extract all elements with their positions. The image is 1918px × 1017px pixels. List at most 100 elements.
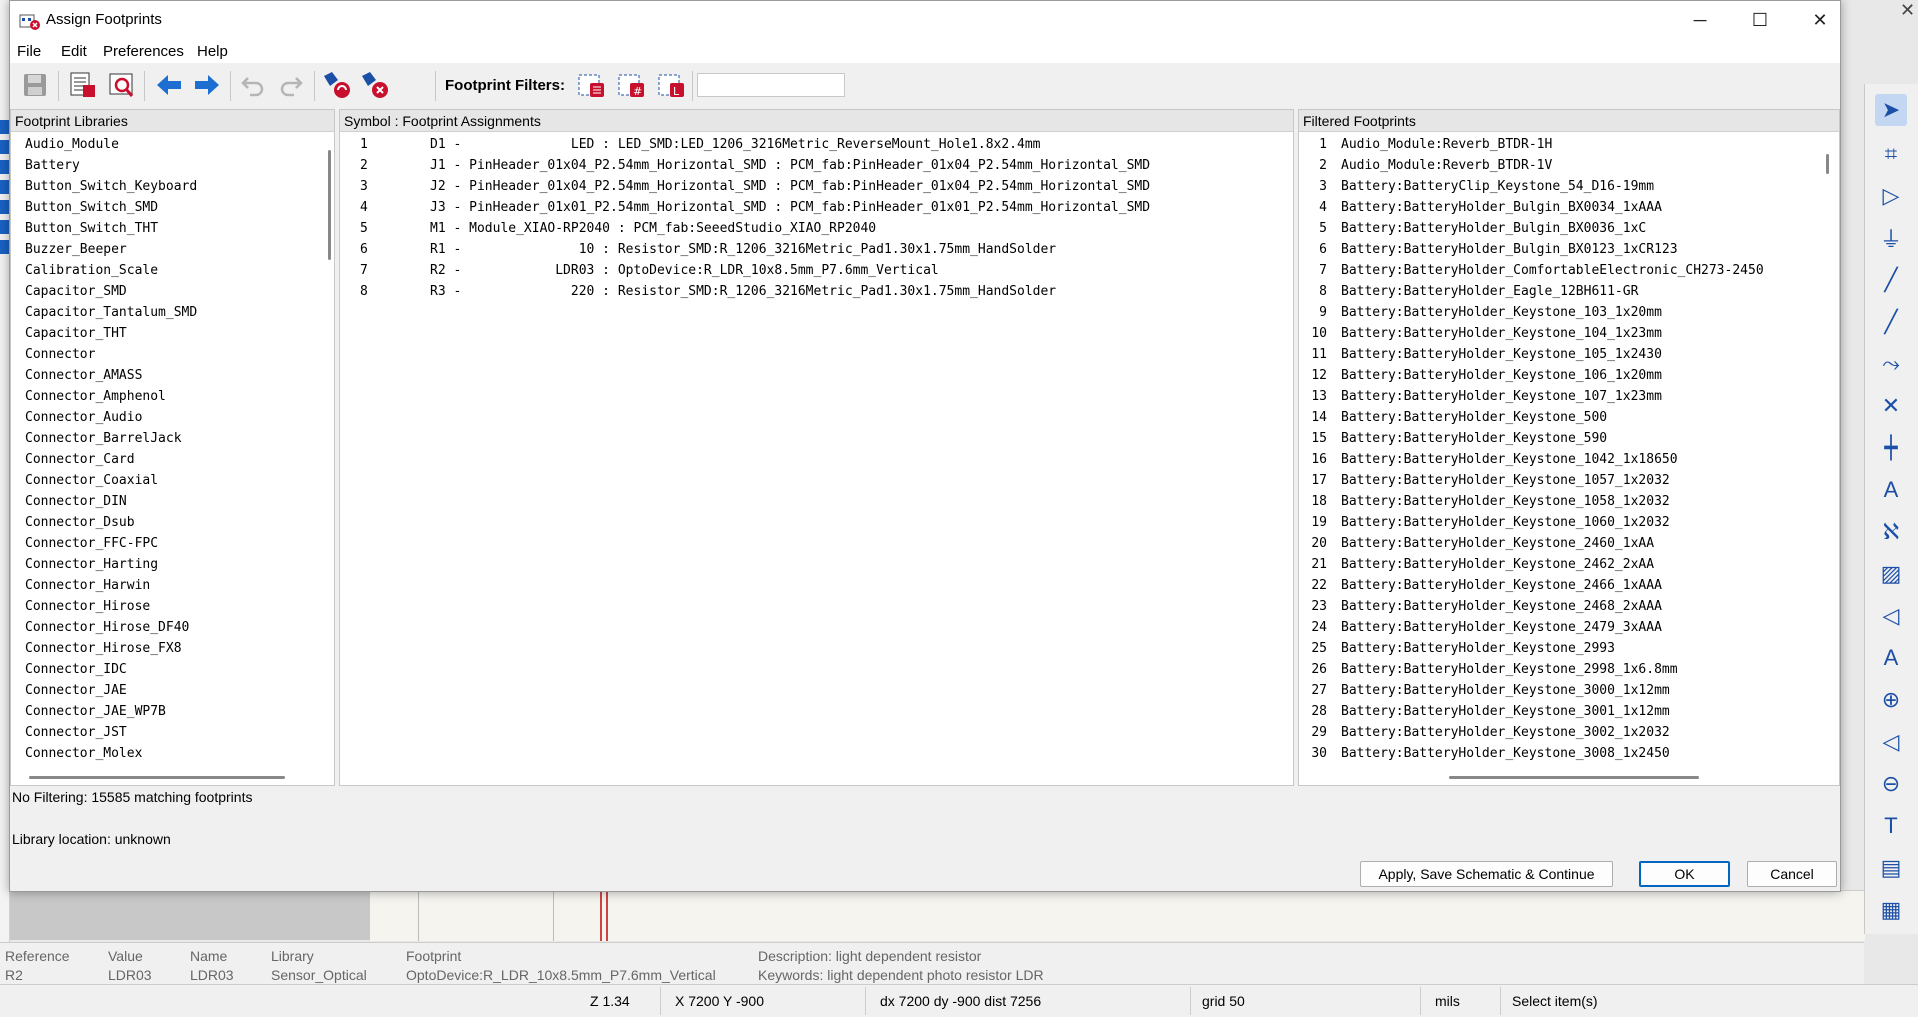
library-item[interactable]: Connector — [11, 344, 334, 365]
library-item[interactable]: Button_Switch_THT — [11, 218, 334, 239]
filter-by-pin-count-icon[interactable]: # — [614, 69, 648, 101]
assignment-row[interactable]: 4 J3 - PinHeader_01x01_P2.54mm_Horizontal… — [340, 197, 1293, 218]
filtered-footprint-row[interactable]: 5 Battery:BatteryHolder_Bulgin_BX0036_1xC — [1299, 218, 1839, 239]
library-item[interactable]: Button_Switch_SMD — [11, 197, 334, 218]
filtered-footprint-row[interactable]: 19 Battery:BatteryHolder_Keystone_1060_1x… — [1299, 512, 1839, 533]
filtered-footprint-row[interactable]: 16 Battery:BatteryHolder_Keystone_1042_1x… — [1299, 449, 1839, 470]
rule-area-icon[interactable]: ▨ — [1875, 558, 1907, 590]
filtered-footprint-row[interactable]: 13 Battery:BatteryHolder_Keystone_107_1x2… — [1299, 386, 1839, 407]
filtered-footprint-row[interactable]: 1 Audio_Module:Reverb_BTDR-1H — [1299, 134, 1839, 155]
filtered-footprint-row[interactable]: 3 Battery:BatteryClip_Keystone_54_D16-19m… — [1299, 176, 1839, 197]
junction-icon[interactable]: ┿ — [1875, 432, 1907, 464]
add-bus-icon[interactable]: ╱ — [1875, 306, 1907, 338]
library-item[interactable]: Connector_JST — [11, 722, 334, 743]
ok-button[interactable]: OK — [1639, 861, 1730, 887]
add-sheet-icon[interactable]: ⊕ — [1875, 684, 1907, 716]
menu-preferences[interactable]: Preferences — [103, 43, 184, 60]
select-tool-icon[interactable]: ➤ — [1875, 94, 1907, 126]
library-item[interactable]: Buzzer_Beeper — [11, 239, 334, 260]
no-connect-icon[interactable]: ✕ — [1875, 390, 1907, 422]
filtered-footprint-row[interactable]: 25 Battery:BatteryHolder_Keystone_2993 — [1299, 638, 1839, 659]
assignment-row[interactable]: 6 R1 - 10 : Resistor_SMD:R_1206_3216Metri… — [340, 239, 1293, 260]
library-item[interactable]: Battery — [11, 155, 334, 176]
library-table-icon[interactable] — [66, 69, 100, 101]
filter-text-input[interactable] — [697, 73, 845, 97]
add-text-icon[interactable]: T — [1875, 810, 1907, 842]
global-label-icon[interactable]: ◁ — [1875, 600, 1907, 632]
library-item[interactable]: Connector_Audio — [11, 407, 334, 428]
menu-edit[interactable]: Edit — [61, 43, 87, 60]
filtered-footprint-row[interactable]: 18 Battery:BatteryHolder_Keystone_1058_1x… — [1299, 491, 1839, 512]
add-power-icon[interactable]: ⏚ — [1875, 222, 1907, 254]
save-icon[interactable] — [18, 69, 52, 101]
libraries-vertical-scrollbar[interactable] — [328, 150, 331, 260]
library-item[interactable]: Connector_JAE_WP7B — [11, 701, 334, 722]
net-label-icon[interactable]: A — [1875, 474, 1907, 506]
library-item[interactable]: Audio_Module — [11, 134, 334, 155]
minimize-button[interactable]: ─ — [1670, 1, 1730, 39]
filtered-footprint-row[interactable]: 12 Battery:BatteryHolder_Keystone_106_1x2… — [1299, 365, 1839, 386]
filtered-footprint-row[interactable]: 4 Battery:BatteryHolder_Bulgin_BX0034_1xA… — [1299, 197, 1839, 218]
library-item[interactable]: Connector_Harwin — [11, 575, 334, 596]
filtered-footprint-row[interactable]: 15 Battery:BatteryHolder_Keystone_590 — [1299, 428, 1839, 449]
add-wire-icon[interactable]: ╱ — [1875, 264, 1907, 296]
library-item[interactable]: Connector_JAE — [11, 680, 334, 701]
filtered-vertical-scrollbar[interactable] — [1826, 154, 1829, 174]
filtered-footprint-row[interactable]: 30 Battery:BatteryHolder_Keystone_3008_1x… — [1299, 743, 1839, 764]
library-item[interactable]: Connector_IDC — [11, 659, 334, 680]
library-item[interactable]: Connector_AMASS — [11, 365, 334, 386]
library-item[interactable]: Connector_Coaxial — [11, 470, 334, 491]
filtered-footprint-row[interactable]: 20 Battery:BatteryHolder_Keystone_2460_1x… — [1299, 533, 1839, 554]
library-item[interactable]: Connector_Hirose — [11, 596, 334, 617]
library-item[interactable]: Capacitor_SMD — [11, 281, 334, 302]
library-item[interactable]: Connector_Amphenol — [11, 386, 334, 407]
hier-label-icon[interactable]: A — [1875, 642, 1907, 674]
library-item[interactable]: Calibration_Scale — [11, 260, 334, 281]
filtered-footprint-row[interactable]: 28 Battery:BatteryHolder_Keystone_3001_1x… — [1299, 701, 1839, 722]
library-item[interactable]: Connector_Hirose_FX8 — [11, 638, 334, 659]
filtered-footprint-row[interactable]: 9 Battery:BatteryHolder_Keystone_103_1x20… — [1299, 302, 1839, 323]
filtered-footprint-row[interactable]: 11 Battery:BatteryHolder_Keystone_105_1x2… — [1299, 344, 1839, 365]
maximize-button[interactable]: ☐ — [1730, 1, 1790, 39]
filtered-footprint-row[interactable]: 8 Battery:BatteryHolder_Eagle_12BH611-GR — [1299, 281, 1839, 302]
filtered-footprint-row[interactable]: 24 Battery:BatteryHolder_Keystone_2479_3x… — [1299, 617, 1839, 638]
add-table-icon[interactable]: ▦ — [1875, 894, 1907, 926]
library-item[interactable]: Connector_Card — [11, 449, 334, 470]
redo-icon[interactable] — [274, 69, 308, 101]
filtered-footprint-row[interactable]: 29 Battery:BatteryHolder_Keystone_3002_1x… — [1299, 722, 1839, 743]
assignment-row[interactable]: 3 J2 - PinHeader_01x04_P2.54mm_Horizontal… — [340, 176, 1293, 197]
library-item[interactable]: Capacitor_THT — [11, 323, 334, 344]
library-item[interactable]: Capacitor_Tantalum_SMD — [11, 302, 334, 323]
library-item[interactable]: Connector_BarrelJack — [11, 428, 334, 449]
schematic-canvas[interactable] — [370, 890, 1865, 941]
text-box-icon[interactable]: ▤ — [1875, 852, 1907, 884]
menu-help[interactable]: Help — [197, 43, 228, 60]
net-class-icon[interactable]: ℵ — [1875, 516, 1907, 548]
filtered-footprint-row[interactable]: 7 Battery:BatteryHolder_ComfortableElectr… — [1299, 260, 1839, 281]
view-footprint-icon[interactable] — [104, 69, 138, 101]
cancel-button[interactable]: Cancel — [1747, 861, 1837, 887]
previous-arrow-icon[interactable] — [152, 69, 186, 101]
close-button[interactable]: ✕ — [1790, 1, 1850, 39]
filtered-footprint-row[interactable]: 23 Battery:BatteryHolder_Keystone_2468_2x… — [1299, 596, 1839, 617]
auto-associate-icon[interactable] — [320, 69, 354, 101]
main-close-icon[interactable]: ✕ — [1900, 0, 1915, 21]
highlight-net-icon[interactable]: ⌗ — [1875, 138, 1907, 170]
menu-file[interactable]: File — [17, 43, 41, 60]
filtered-footprint-row[interactable]: 6 Battery:BatteryHolder_Bulgin_BX0123_1xC… — [1299, 239, 1839, 260]
library-item[interactable]: Connector_Dsub — [11, 512, 334, 533]
assignment-row[interactable]: 7 R2 - LDR03 : OptoDevice:R_LDR_10x8.5mm_… — [340, 260, 1293, 281]
filtered-footprint-row[interactable]: 22 Battery:BatteryHolder_Keystone_2466_1x… — [1299, 575, 1839, 596]
filtered-footprint-row[interactable]: 17 Battery:BatteryHolder_Keystone_1057_1x… — [1299, 470, 1839, 491]
filtered-footprint-row[interactable]: 14 Battery:BatteryHolder_Keystone_500 — [1299, 407, 1839, 428]
delete-associations-icon[interactable] — [358, 69, 392, 101]
library-item[interactable]: Connector_Hirose_DF40 — [11, 617, 334, 638]
apply-save-continue-button[interactable]: Apply, Save Schematic & Continue — [1360, 861, 1613, 887]
bus-entry-icon[interactable]: ⤳ — [1875, 348, 1907, 380]
filtered-footprint-row[interactable]: 10 Battery:BatteryHolder_Keystone_104_1x2… — [1299, 323, 1839, 344]
library-item[interactable]: Connector_FFC-FPC — [11, 533, 334, 554]
libraries-horizontal-scrollbar[interactable] — [29, 776, 285, 779]
assignment-row[interactable]: 8 R3 - 220 : Resistor_SMD:R_1206_3216Metr… — [340, 281, 1293, 302]
assignment-row[interactable]: 2 J1 - PinHeader_01x04_P2.54mm_Horizontal… — [340, 155, 1293, 176]
library-item[interactable]: Connector_DIN — [11, 491, 334, 512]
